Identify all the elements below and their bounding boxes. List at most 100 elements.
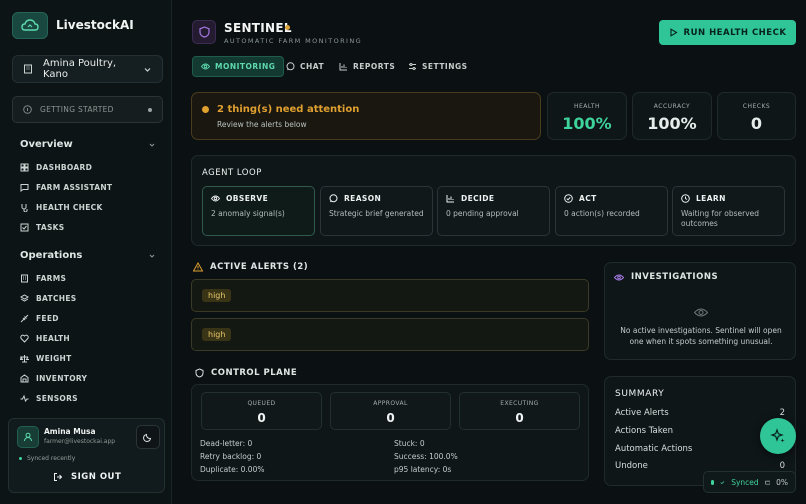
step-label: DECIDE <box>461 194 495 203</box>
loop-step-act[interactable]: ACT 0 action(s) recorded <box>555 186 668 236</box>
nav-health[interactable]: HEALTH <box>20 334 70 343</box>
getting-started-label: GETTING STARTED <box>40 105 114 114</box>
severity-badge: high <box>202 328 232 341</box>
eye-icon <box>201 63 210 70</box>
overview-section-toggle[interactable]: Overview <box>20 139 156 150</box>
agent-loop-title: AGENT LOOP <box>202 168 262 178</box>
queue-value: 0 <box>386 411 395 425</box>
step-label: LEARN <box>696 194 726 203</box>
storage-icon <box>764 480 771 485</box>
stat-label: CHECKS <box>742 103 771 110</box>
summary-value: 2 <box>779 408 785 418</box>
overview-title: Overview <box>20 139 73 150</box>
chat-icon <box>286 62 295 71</box>
stat-checks: CHECKS 0 <box>717 92 796 140</box>
run-health-check-button[interactable]: RUN HEALTH CHECK <box>659 20 796 45</box>
operations-title: Operations <box>20 250 83 261</box>
nav-batches[interactable]: BATCHES <box>20 294 76 303</box>
investigations-empty: No active investigations. Sentinel will … <box>620 326 782 346</box>
metric-retry-backlog: Retry backlog: 0 <box>200 452 262 461</box>
tab-monitoring[interactable]: MONITORING <box>192 56 285 77</box>
scale-icon <box>20 355 29 363</box>
info-icon <box>23 105 32 114</box>
step-desc: 0 action(s) recorded <box>564 209 640 218</box>
sync-indicator[interactable]: Synced 0% <box>703 471 796 493</box>
nav-health-check[interactable]: HEALTH CHECK <box>20 203 103 212</box>
tab-label: CHAT <box>300 62 325 71</box>
assistant-fab-button[interactable] <box>760 418 796 454</box>
building-icon <box>24 64 32 74</box>
tab-reports[interactable]: REPORTS <box>331 56 403 77</box>
metric-success: Success: 100.0% <box>394 452 458 461</box>
sync-label: Synced <box>731 477 759 487</box>
nav-dashboard[interactable]: DASHBOARD <box>20 163 92 172</box>
loop-step-decide[interactable]: DECIDE 0 pending approval <box>437 186 550 236</box>
nav-sensors[interactable]: SENSORS <box>20 394 78 403</box>
log-out-icon <box>54 473 63 481</box>
alert-row[interactable]: high <box>191 318 589 351</box>
nav-farm-assistant[interactable]: FARM ASSISTANT <box>20 183 112 192</box>
activity-icon <box>20 394 29 403</box>
run-button-label: RUN HEALTH CHECK <box>683 27 787 38</box>
heart-pulse-icon <box>20 334 29 343</box>
nav-label: FARM ASSISTANT <box>36 183 113 192</box>
step-label: REASON <box>344 194 382 203</box>
loop-step-reason[interactable]: REASON Strategic brief generated <box>320 186 433 236</box>
alert-row[interactable]: high <box>191 279 589 312</box>
nav-tasks[interactable]: TASKS <box>20 223 64 232</box>
sign-out-button[interactable]: SIGN OUT <box>53 472 121 482</box>
severity-badge: high <box>202 289 232 302</box>
theme-toggle-button[interactable] <box>136 425 160 449</box>
summary-label: Active Alerts <box>615 408 669 418</box>
page-title: SENTINEL <box>224 21 292 35</box>
layers-icon <box>20 294 29 302</box>
avatar[interactable] <box>17 426 39 448</box>
chevron-down-icon <box>144 67 151 72</box>
nav-weight[interactable]: WEIGHT <box>20 354 72 363</box>
sync-dot <box>19 457 22 460</box>
status-dot <box>148 107 152 112</box>
stat-label: HEALTH <box>573 103 601 110</box>
tab-label: SETTINGS <box>422 62 468 71</box>
check-icon <box>720 480 725 484</box>
queue-label: EXECUTING <box>500 400 539 407</box>
queue-approval: APPROVAL 0 <box>330 392 451 430</box>
active-alerts-header: ACTIVE ALERTS (2) <box>193 262 308 272</box>
nav-label: INVENTORY <box>36 374 88 383</box>
sliders-icon <box>409 63 416 70</box>
nav-feed[interactable]: FEED <box>20 314 59 323</box>
queue-queued: QUEUED 0 <box>201 392 322 430</box>
nav-farms[interactable]: FARMS <box>20 274 66 283</box>
tab-label: REPORTS <box>353 62 396 71</box>
investigations-header: INVESTIGATIONS <box>614 272 718 282</box>
loop-step-observe[interactable]: OBSERVE 2 anomaly signal(s) <box>202 186 315 236</box>
chat-icon <box>329 194 338 203</box>
stat-health: HEALTH 100% <box>547 92 627 140</box>
status-dot <box>285 25 290 30</box>
queue-label: QUEUED <box>247 400 276 407</box>
shield-icon <box>198 26 210 38</box>
sidebar: LivestockAI Amina Poultry, Kano GETTING … <box>0 0 172 504</box>
sign-out-label: SIGN OUT <box>71 472 122 482</box>
sync-status: Synced recently <box>19 455 75 462</box>
bar-chart-icon <box>446 195 454 203</box>
getting-started-button[interactable]: GETTING STARTED <box>12 96 163 123</box>
logo[interactable] <box>12 12 48 39</box>
nav-inventory[interactable]: INVENTORY <box>20 374 87 383</box>
page-subtitle: AUTOMATIC FARM MONITORING <box>224 37 363 45</box>
operations-section-toggle[interactable]: Operations <box>20 250 156 261</box>
tab-settings[interactable]: SETTINGS <box>400 56 476 77</box>
loop-step-learn[interactable]: LEARN Waiting for observed outcomes <box>672 186 785 236</box>
summary-row-active-alerts: Active Alerts 2 <box>615 408 785 418</box>
stat-value: 0 <box>750 114 763 133</box>
building-icon <box>21 274 28 283</box>
user-name: Amina Musa <box>44 427 96 436</box>
control-plane-header: CONTROL PLANE <box>195 368 297 378</box>
warehouse-icon <box>20 374 29 383</box>
tab-chat[interactable]: CHAT <box>278 56 332 77</box>
step-label: ACT <box>579 194 597 203</box>
grid-icon <box>20 163 29 172</box>
nav-label: FARMS <box>36 274 67 283</box>
farm-selector[interactable]: Amina Poultry, Kano <box>12 55 163 83</box>
play-icon <box>669 28 678 37</box>
